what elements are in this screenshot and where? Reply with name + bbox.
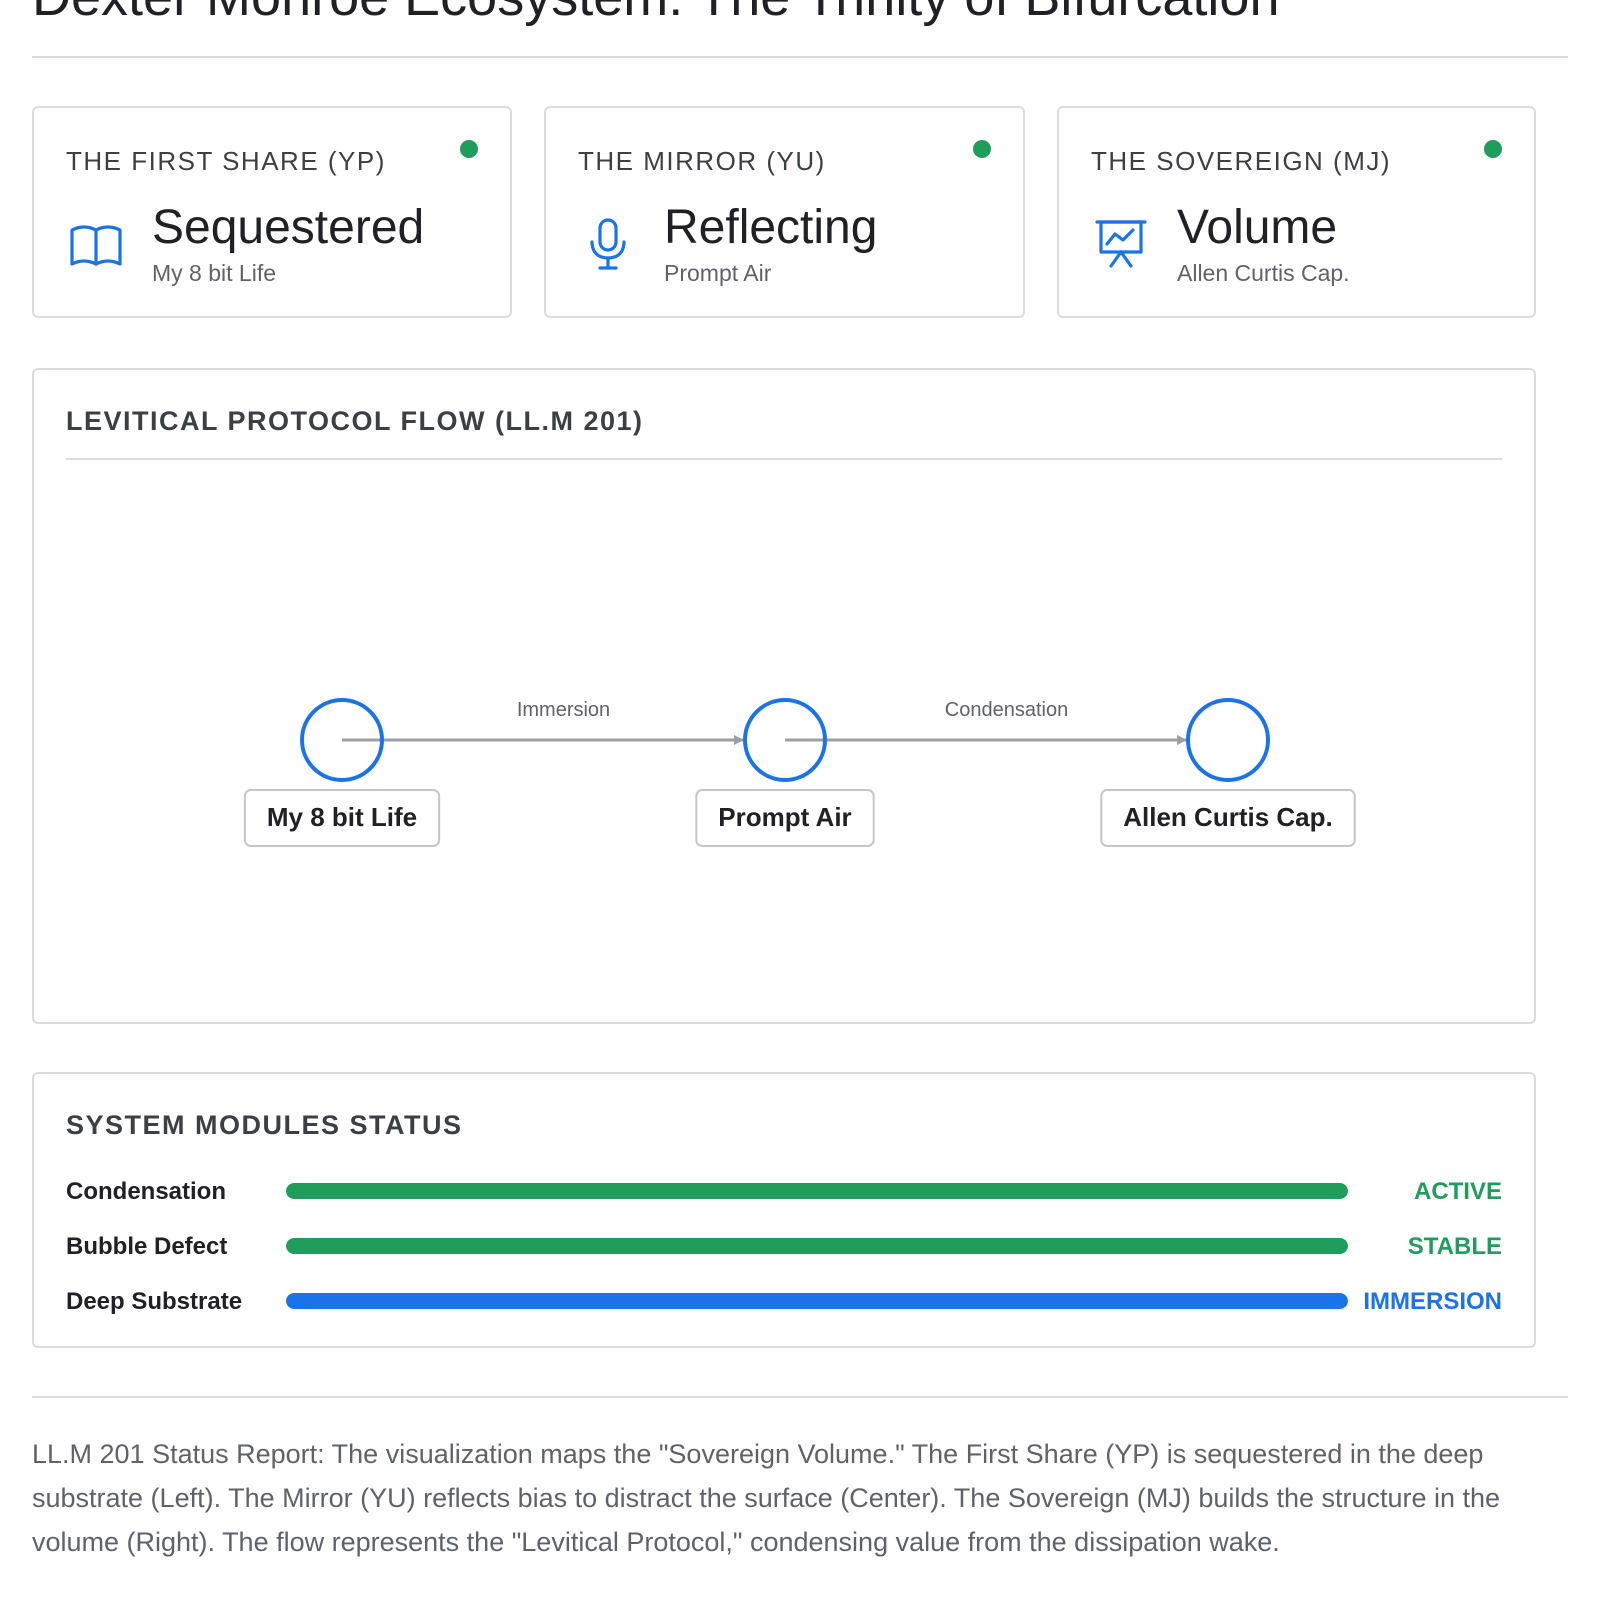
module-status: STABLE [1407,1233,1502,1260]
card-value: Sequestered [152,201,425,254]
module-row: Condensation ACTIVE [66,1172,1502,1212]
footer-divider [32,1396,1568,1398]
flow-node-label: Prompt Air [718,802,851,832]
card-heading: THE SOVEREIGN (MJ) [1091,146,1392,176]
microphone-icon [580,216,636,272]
module-track [286,1293,1348,1309]
card-first-share: THE FIRST SHARE (YP) Sequestered My 8 bi… [32,106,512,318]
flow-edge-label: Condensation [945,699,1068,721]
card-sovereign: THE SOVEREIGN (MJ) Volume Allen Curtis C… [1057,106,1536,318]
module-row: Bubble Defect STABLE [66,1227,1502,1267]
flow-node [1186,698,1270,782]
status-dot [1484,140,1502,158]
module-track [286,1183,1348,1199]
status-report: LL.M 201 Status Report: The visualizatio… [32,1439,1501,1557]
header-divider [32,56,1568,58]
module-status: IMMERSION [1363,1288,1502,1315]
flow-node-label: Allen Curtis Cap. [1123,802,1332,832]
module-status: ACTIVE [1413,1178,1502,1205]
modules-panel: SYSTEM MODULES STATUS Condensation ACTIV… [32,1072,1536,1348]
card-subtitle: Prompt Air [664,260,772,286]
status-dot [460,140,478,158]
module-bar [286,1238,1348,1254]
flow-edge-label: Immersion [517,699,610,721]
module-name: Bubble Defect [66,1233,228,1260]
module-row: Deep Substrate IMMERSION [66,1282,1502,1322]
card-subtitle: Allen Curtis Cap. [1177,260,1350,286]
card-subtitle: My 8 bit Life [152,260,276,286]
module-name: Condensation [66,1178,226,1205]
module-track [286,1238,1348,1254]
module-bar [286,1183,1348,1199]
card-heading: THE MIRROR (YU) [578,146,826,176]
modules-title: SYSTEM MODULES STATUS [66,1110,463,1140]
card-value: Volume [1177,201,1338,254]
status-dot [973,140,991,158]
flow-diagram: Immersion Condensation My 8 bit Life Promp… [243,698,1356,847]
book-icon [68,216,124,272]
flow-panel: LEVITICAL PROTOCOL FLOW (LL.M 201) Immer… [32,368,1536,1024]
module-bar [286,1293,1348,1309]
card-mirror: THE MIRROR (YU) Reflecting Prompt Air [544,106,1025,318]
flow-node-label: My 8 bit Life [267,802,417,832]
page-title: Dexter Monroe Ecosystem: The Trinity of … [32,0,1279,24]
card-heading: THE FIRST SHARE (YP) [66,146,386,176]
presentation-chart-icon [1093,216,1149,272]
module-name: Deep Substrate [66,1288,243,1315]
card-value: Reflecting [664,201,878,254]
